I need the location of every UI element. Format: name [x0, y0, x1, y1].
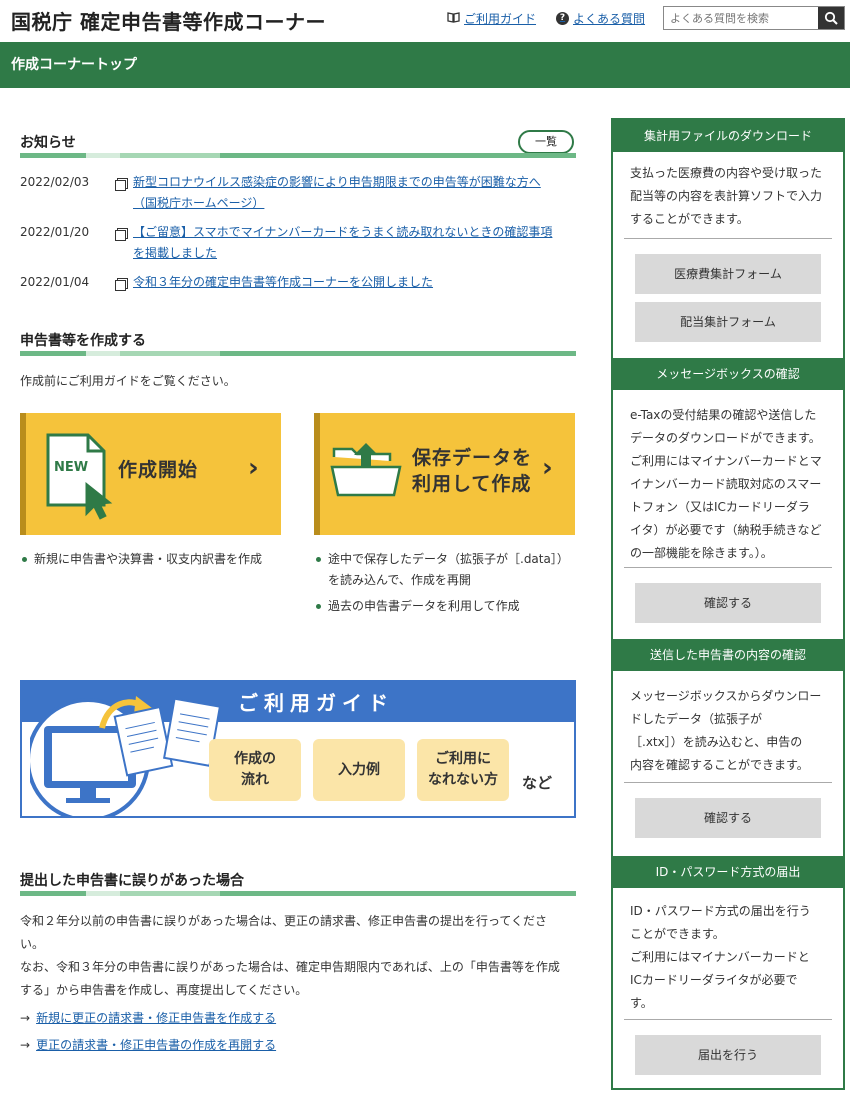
create-lead: 作成前にご利用ガイドをご覧ください。: [20, 374, 236, 388]
news-title: お知らせ: [20, 135, 76, 151]
dividend-form-button[interactable]: 配当集計フォーム: [635, 302, 821, 342]
chevron-right-icon: ›: [248, 453, 259, 483]
news-date: 2022/01/20: [20, 225, 90, 239]
chevron-right-icon: ›: [542, 453, 553, 483]
correction-title: 提出した申告書に誤りがあった場合: [20, 873, 244, 889]
search-input[interactable]: [664, 7, 818, 29]
news-item: 2022/01/04 令和３年分の確定申告書等作成コーナーを公開しました: [20, 272, 576, 298]
search-icon: [824, 11, 838, 25]
medical-form-button[interactable]: 医療費集計フォーム: [635, 254, 821, 294]
message-box-text: e-Taxの受付結果の確認や送信した データのダウンロードができます。 ご利用にはマ…: [630, 408, 822, 560]
news-list-button[interactable]: 一覧: [518, 130, 574, 154]
page-title-bar: 作成コーナートップ: [0, 42, 850, 88]
news-link[interactable]: 【ご留意】スマホでマイナンバーカードをうまく読み取れないときの確認事項 を掲載しま…: [133, 225, 552, 260]
section-divider: [20, 153, 576, 158]
new-document-icon: NEW: [46, 433, 113, 520]
news-header: お知らせ 一覧: [20, 118, 576, 158]
site-title[interactable]: 国税庁 確定申告書等作成コーナー: [11, 6, 326, 35]
guide-link[interactable]: ご利用ガイド: [447, 10, 536, 27]
document-icon: [115, 230, 126, 241]
news-link[interactable]: 令和３年分の確定申告書等作成コーナーを公開しました: [133, 275, 433, 289]
section-divider: [20, 891, 576, 896]
search-button[interactable]: [818, 7, 844, 29]
arrow-right-icon: →: [20, 1011, 31, 1025]
message-confirm-button[interactable]: 確認する: [635, 583, 821, 623]
new-create-bullets: 新規に申告書や決算書・収支内訳書を作成: [20, 549, 262, 575]
guide-tile-examples: 入力例: [313, 739, 405, 801]
page-title: 作成コーナートップ: [11, 57, 137, 73]
download-box-title: 集計用ファイルのダウンロード: [613, 120, 843, 152]
saved-data-card[interactable]: 保存データを 利用して作成 ›: [314, 413, 575, 535]
sent-box-title: 送信した申告書の内容の確認: [613, 639, 843, 671]
sidebar: 集計用ファイルのダウンロード 支払った医療費の内容や受け取った 配当等の内容を表計…: [611, 118, 845, 1090]
bullet-item: 新規に申告書や決算書・収支内訳書を作成: [20, 549, 262, 570]
new-create-card[interactable]: NEW 作成開始 ›: [20, 413, 281, 535]
site-header: 国税庁 確定申告書等作成コーナー ご利用ガイド ? よくある質問: [0, 0, 850, 42]
news-date: 2022/01/04: [20, 275, 90, 289]
correction-section: 提出した申告書に誤りがあった場合 令和２年分以前の申告書に誤りがあった場合は、更…: [20, 856, 576, 1056]
news-link[interactable]: 新型コロナウイルス感染症の影響により申告期限までの申告等が困難な方へ （国税庁ホー…: [133, 175, 541, 210]
section-divider: [20, 351, 576, 356]
divider: [624, 238, 832, 239]
news-item: 2022/01/20 【ご留意】スマホでマイナンバーカードをうまく読み取れないと…: [20, 222, 576, 264]
search-box: [663, 6, 845, 30]
new-create-label: 作成開始: [118, 459, 199, 481]
document-icon: [115, 180, 126, 191]
correction-text: 令和２年分以前の申告書に誤りがあった場合は、更正の請求書、修正申告書の提出を行っ…: [20, 914, 560, 997]
saved-data-bullets: 途中で保存したデータ（拡張子が［.data］） を読み込んで、作成を再開 過去の申…: [314, 549, 569, 622]
create-header: 申告書等を作成する: [20, 316, 576, 356]
new-correction-link[interactable]: 新規に更正の請求書・修正申告書を作成する: [36, 1011, 276, 1025]
guide-etc: など: [522, 774, 553, 792]
arrow-right-icon: →: [20, 1038, 31, 1052]
idpw-box-text: ID・パスワード方式の届出を行う ことができます。 ご利用にはマイナンバーカードと I…: [630, 904, 811, 1010]
folder-upload-icon: [330, 443, 402, 497]
create-cards: NEW 作成開始 › 保存データを 利用して作成 › 新規に申告書や決算書・収支内…: [20, 413, 576, 613]
document-icon: [115, 280, 126, 291]
idpw-submit-button[interactable]: 届出を行う: [635, 1035, 821, 1075]
book-icon: [447, 11, 460, 26]
idpw-box-title: ID・パスワード方式の届出: [613, 856, 843, 888]
sent-confirm-button[interactable]: 確認する: [635, 798, 821, 838]
svg-text:NEW: NEW: [54, 460, 88, 475]
resume-correction-link-row: → 更正の請求書・修正申告書の作成を再開する: [20, 1035, 576, 1056]
message-box-title: メッセージボックスの確認: [613, 358, 843, 390]
question-icon: ?: [556, 12, 569, 25]
sent-box-text: メッセージボックスからダウンロー ドしたデータ（拡張子が ［.xtx］）を読み込むと…: [630, 689, 822, 772]
news-date: 2022/02/03: [20, 175, 90, 189]
guide-tile-beginners: ご利用に なれない方: [417, 739, 509, 801]
correction-header: 提出した申告書に誤りがあった場合: [20, 856, 576, 896]
guide-tile-flow: 作成の 流れ: [209, 739, 301, 801]
new-correction-link-row: → 新規に更正の請求書・修正申告書を作成する: [20, 1008, 576, 1029]
download-box-text: 支払った医療費の内容や受け取った 配当等の内容を表計算ソフトで入力 することができま…: [630, 166, 823, 226]
bullet-item: 過去の申告書データを利用して作成: [314, 596, 569, 617]
guide-link-label[interactable]: ご利用ガイド: [464, 10, 536, 27]
divider: [624, 782, 832, 783]
main-content: お知らせ 一覧 2022/02/03 新型コロナウイルス感染症の影響により申告期…: [20, 118, 576, 613]
saved-data-label: 保存データを 利用して作成: [412, 447, 533, 495]
monitor-documents-icon: [30, 696, 222, 816]
divider: [624, 1019, 832, 1020]
divider: [624, 567, 832, 568]
news-list: 2022/02/03 新型コロナウイルス感染症の影響により申告期限までの申告等が…: [20, 172, 576, 298]
guide-banner[interactable]: ご利用ガイド 作成の 流れ 入力例 ご利用に なれない方 など: [20, 680, 576, 818]
guide-banner-title: ご利用ガイド: [238, 691, 394, 715]
resume-correction-link[interactable]: 更正の請求書・修正申告書の作成を再開する: [36, 1038, 276, 1052]
bullet-item: 途中で保存したデータ（拡張子が［.data］） を読み込んで、作成を再開: [314, 549, 569, 591]
create-title: 申告書等を作成する: [20, 333, 146, 349]
faq-link-label[interactable]: よくある質問: [573, 10, 645, 27]
news-item: 2022/02/03 新型コロナウイルス感染症の影響により申告期限までの申告等が…: [20, 172, 576, 214]
faq-link[interactable]: ? よくある質問: [556, 10, 645, 27]
